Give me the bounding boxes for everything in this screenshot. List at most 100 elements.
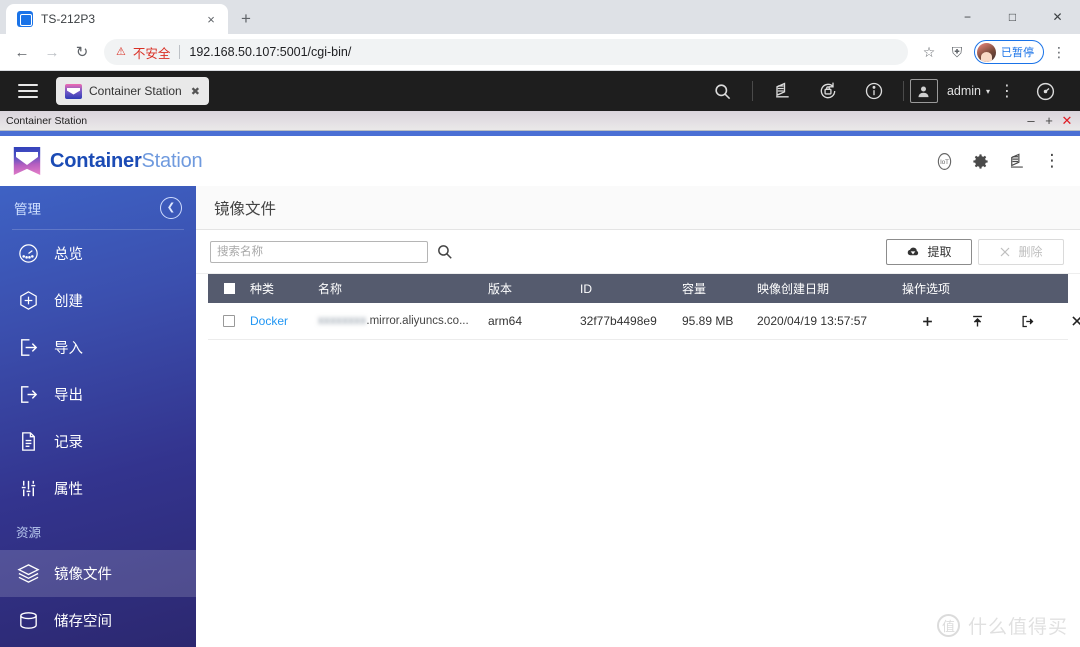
cs-titlebar: Container Station – + ✕	[0, 111, 1080, 131]
sidebar-collapse-button[interactable]: ❮	[160, 196, 182, 219]
sidebar-item-label: 属性	[54, 482, 83, 498]
cs-brand: ContainerStation	[50, 150, 203, 173]
taskbar-app-container-station[interactable]: Container Station ✖	[56, 77, 209, 105]
kind-link[interactable]: Docker	[250, 314, 288, 328]
column-header-size[interactable]: 容量	[682, 280, 757, 297]
export-icon[interactable]	[1002, 306, 1052, 336]
watermark-logo: 值	[936, 614, 960, 637]
window-close-button[interactable]: ✕	[1035, 0, 1080, 34]
create-container-plus-icon[interactable]	[902, 306, 952, 336]
cell-id: 32f77b4498e9	[580, 314, 657, 328]
taskbar-app-close-icon[interactable]: ✖	[191, 85, 200, 98]
sidebar-item-export[interactable]: 导出	[0, 371, 196, 418]
delete-x-icon[interactable]	[1052, 306, 1080, 336]
sidebar-item-storage[interactable]: 储存空间	[0, 597, 196, 644]
new-tab-button[interactable]: +	[232, 5, 260, 33]
row-action-group	[902, 306, 1080, 336]
more-options-icon[interactable]: ⋮	[1034, 136, 1070, 186]
tab-close-icon[interactable]: ×	[203, 11, 219, 27]
sidebar-item-properties[interactable]: 属性	[0, 465, 196, 512]
sidebar-section-manage: 管理 ❮	[0, 186, 196, 229]
cell-version: arm64	[488, 314, 523, 328]
extension-shield-icon[interactable]: ⛨	[944, 39, 970, 65]
user-avatar-icon[interactable]	[909, 79, 938, 103]
browser-window-controls: − □ ✕	[945, 0, 1080, 34]
back-button[interactable]: ←	[8, 38, 36, 66]
more-options-icon[interactable]: ⋮	[992, 71, 1022, 111]
column-header-name[interactable]: 名称	[318, 280, 488, 297]
sidebar-item-label: 导出	[54, 388, 83, 404]
cs-maximize-button[interactable]: +	[1040, 112, 1058, 130]
admin-menu-button[interactable]: admin ▾	[947, 84, 990, 98]
window-minimize-button[interactable]: −	[945, 0, 990, 34]
address-bar[interactable]: ⚠ 不安全 192.168.50.107:5001/cgi-bin/	[104, 39, 908, 65]
cell-name: xxxxxxxx.mirror.aliyuncs.co...	[318, 315, 488, 327]
image-name-suffix: .mirror.aliyuncs.co...	[366, 315, 469, 328]
dashboard-icon[interactable]	[1022, 71, 1068, 111]
browser-menu-icon[interactable]: ⋮	[1046, 39, 1072, 65]
search-input[interactable]	[210, 240, 428, 263]
search-icon[interactable]	[700, 71, 746, 111]
watermark-text: 什么值得买	[967, 617, 1068, 638]
cs-minimize-button[interactable]: –	[1022, 112, 1040, 130]
reload-button[interactable]: ↻	[68, 38, 96, 66]
gear-icon[interactable]	[962, 136, 998, 186]
sidebar-item-create[interactable]: 创建	[0, 277, 196, 324]
cs-close-button[interactable]: ✕	[1058, 112, 1076, 130]
search-icon[interactable]	[436, 243, 453, 260]
row-checkbox-cell	[208, 315, 250, 327]
images-layers-icon	[16, 562, 40, 586]
pull-image-button[interactable]: 提取	[886, 238, 972, 265]
iot-icon[interactable]: IoT	[926, 136, 962, 186]
overview-gauge-icon	[16, 242, 40, 266]
row-checkbox[interactable]	[223, 315, 235, 327]
sidebar-item-label: 创建	[54, 294, 83, 310]
sidebar-item-logs[interactable]: 记录	[0, 418, 196, 465]
browser-tab[interactable]: TS-212P3 ×	[6, 4, 228, 34]
profile-avatar-icon	[977, 42, 996, 62]
search-group	[210, 240, 453, 263]
forward-button: →	[44, 43, 60, 61]
sidebar-item-label: 镜像文件	[54, 567, 112, 583]
notification-icon[interactable]	[998, 136, 1034, 186]
taskbar-app-label: Container Station	[89, 84, 182, 98]
sidebar-item-images[interactable]: 镜像文件	[0, 550, 196, 597]
sidebar-section-manage-label: 管理	[14, 201, 41, 217]
column-header-created[interactable]: 映像创建日期	[757, 280, 902, 297]
sidebar-item-import[interactable]: 导入	[0, 324, 196, 371]
main-menu-hamburger-icon[interactable]	[18, 84, 38, 98]
window-maximize-button[interactable]: □	[990, 0, 1035, 34]
url-divider	[179, 45, 181, 59]
bookmark-star-icon[interactable]: ☆	[916, 39, 942, 65]
toolbar-divider	[751, 81, 753, 101]
container-station-icon	[65, 83, 82, 99]
browser-tabstrip: TS-212P3 × + − □ ✕	[0, 0, 1080, 34]
logs-document-icon	[16, 430, 40, 454]
table-row[interactable]: Docker xxxxxxxx.mirror.aliyuncs.co... ar…	[208, 303, 1080, 340]
import-arrow-icon	[16, 336, 40, 360]
column-header-id[interactable]: ID	[580, 282, 682, 296]
push-upload-icon[interactable]	[952, 306, 1002, 336]
info-icon[interactable]	[851, 71, 897, 111]
not-secure-label: 不安全	[132, 46, 171, 61]
properties-sliders-icon	[16, 477, 40, 501]
image-name-redacted: xxxxxxxx	[318, 314, 367, 327]
sidebar-item-label: 总览	[54, 247, 83, 263]
qts-top-bar: Container Station ✖ admin ▾ ⋮	[0, 71, 1080, 111]
storage-cylinder-icon	[16, 609, 40, 633]
profile-chip-label: 已暂停	[1001, 47, 1034, 59]
url-text: 192.168.50.107:5001/cgi-bin/	[189, 45, 352, 59]
column-header-kind[interactable]: 种类	[250, 280, 318, 297]
background-task-icon[interactable]	[805, 71, 851, 111]
select-all-checkbox[interactable]	[223, 283, 235, 294]
column-header-version[interactable]: 版本	[488, 280, 580, 297]
sidebar: 管理 ❮ 总览 创建 导入 导出 记录 属性 资源 镜像文件 储存空间	[0, 186, 196, 647]
cell-kind: Docker	[250, 314, 318, 328]
browser-omnibar: ← → ↻ ⚠ 不安全 192.168.50.107:5001/cgi-bin/…	[0, 34, 1080, 71]
cell-size: 95.89 MB	[682, 314, 734, 328]
notification-icon[interactable]	[759, 71, 805, 111]
qts-top-bar-right: admin ▾ ⋮	[700, 71, 1068, 111]
sidebar-item-overview[interactable]: 总览	[0, 230, 196, 277]
profile-chip[interactable]: 已暂停	[974, 40, 1044, 64]
sidebar-section-resources: 资源	[16, 525, 42, 540]
